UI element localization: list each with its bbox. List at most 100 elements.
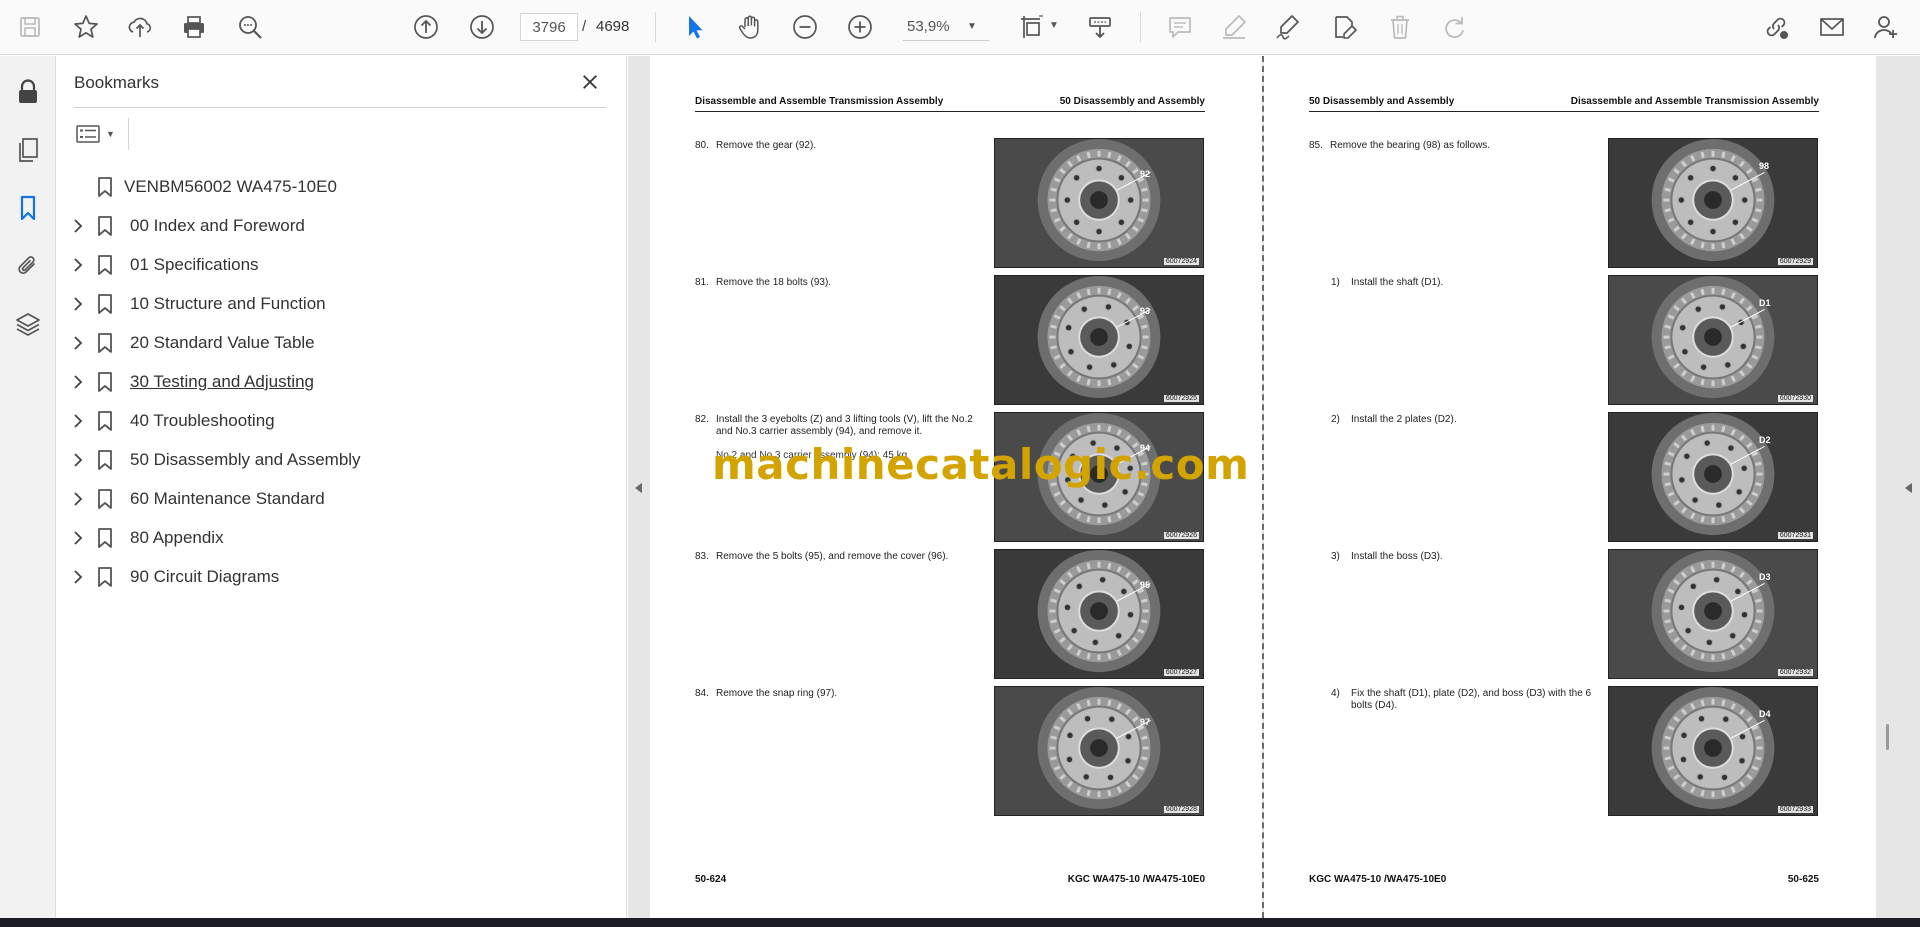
photo-code: 60072933	[1777, 806, 1813, 813]
step-photo: 95 60072927	[994, 549, 1204, 679]
step-text: Install the boss (D3).	[1351, 551, 1443, 562]
chevron-right-icon[interactable]	[70, 452, 86, 468]
photo-code: 60072932	[1777, 669, 1813, 676]
photo-callout-label: 97	[1140, 717, 1151, 727]
step-text: Install the shaft (D1).	[1351, 277, 1444, 288]
select-cursor-icon[interactable]	[677, 9, 713, 45]
attachment-icon[interactable]	[10, 248, 46, 284]
bookmark-icon	[98, 450, 112, 470]
photo-callout-label: D3	[1759, 572, 1771, 582]
photo-code: 60072924	[1163, 258, 1199, 265]
zoom-select[interactable]: 53,9% ▼	[903, 13, 989, 41]
step-photo: D4 60072933	[1608, 686, 1818, 816]
chevron-right-icon[interactable]	[70, 257, 86, 273]
pdf-page-right: 50 Disassembly and Assembly Disassemble …	[1264, 56, 1876, 918]
photo-code: 60072928	[1163, 806, 1199, 813]
page-header: Disassemble and Assemble Transmission As…	[695, 94, 1205, 112]
email-icon[interactable]	[1814, 9, 1850, 45]
lock-icon[interactable]	[10, 74, 46, 110]
expand-right-panel-button[interactable]	[1898, 470, 1918, 506]
bookmark-item[interactable]: 10 Structure and Function	[56, 285, 627, 324]
bookmark-item[interactable]: 00 Index and Foreword	[56, 207, 627, 246]
step-photo: 92 60072924	[994, 138, 1204, 268]
bookmark-item[interactable]: 60 Maintenance Standard	[56, 480, 627, 519]
bookmark-item[interactable]: 40 Troubleshooting	[56, 402, 627, 441]
account-icon[interactable]	[1868, 9, 1904, 45]
close-icon[interactable]	[576, 68, 604, 96]
chevron-right-icon[interactable]	[70, 569, 86, 585]
bookmark-icon	[98, 528, 112, 548]
top-toolbar: / 4698 53,9% ▼ ▼	[0, 0, 1920, 55]
bookmark-label: 30 Testing and Adjusting	[130, 372, 314, 391]
chevron-right-icon[interactable]	[70, 335, 86, 351]
redo-icon[interactable]	[1436, 9, 1472, 45]
chevron-down-icon[interactable]: ▼	[1049, 20, 1059, 31]
bookmark-label: 10 Structure and Function	[130, 294, 326, 313]
chevron-down-icon: ▼	[967, 21, 977, 32]
bookmark-item[interactable]: 20 Standard Value Table	[56, 324, 627, 363]
step-text: Remove the bearing (98) as follows.	[1330, 140, 1491, 151]
bookmark-label: 80 Appendix	[130, 528, 224, 547]
step-number: 3)	[1331, 551, 1340, 562]
footer-left: KGC WA475-10 /WA475-10E0	[1309, 874, 1447, 885]
step-photo: D1 60072930	[1608, 275, 1818, 405]
chevron-right-icon[interactable]	[70, 296, 86, 312]
share-link-icon[interactable]	[1758, 9, 1794, 45]
vertical-scrollbar[interactable]	[1886, 724, 1889, 750]
hand-icon[interactable]	[732, 9, 768, 45]
comment-icon[interactable]	[1162, 9, 1198, 45]
photo-callout-label: D4	[1759, 709, 1771, 719]
photo-code: 60072927	[1163, 669, 1199, 676]
current-page-input[interactable]	[520, 13, 578, 41]
bookmark-item[interactable]: 30 Testing and Adjusting	[56, 363, 627, 402]
chevron-right-icon[interactable]	[70, 374, 86, 390]
step-photo: 93 60072925	[994, 275, 1204, 405]
photo-code: 60072925	[1163, 395, 1199, 402]
chevron-right-icon[interactable]	[70, 530, 86, 546]
layers-icon[interactable]	[10, 306, 46, 342]
bookmarks-panel: Bookmarks ▼ VENBM56002 WA475-10E0 00 Ind…	[56, 56, 627, 918]
bookmark-item[interactable]: 50 Disassembly and Assembly	[56, 441, 627, 480]
bookmark-item[interactable]: 80 Appendix	[56, 519, 627, 558]
bookmark-label: 40 Troubleshooting	[130, 411, 275, 430]
bookmark-item[interactable]: 90 Circuit Diagrams	[56, 558, 627, 597]
step-text: Install the 2 plates (D2).	[1351, 414, 1457, 425]
chevron-right-icon[interactable]	[70, 491, 86, 507]
bookmark-options-button[interactable]: ▼	[74, 120, 120, 148]
chevron-right-icon[interactable]	[70, 218, 86, 234]
edit-text-icon[interactable]	[1326, 9, 1362, 45]
taskbar-edge	[0, 918, 1920, 927]
photo-code: 60072926	[1163, 532, 1199, 539]
fit-page-icon[interactable]	[1014, 9, 1050, 45]
zoom-in-icon[interactable]	[842, 9, 878, 45]
bookmark-icon	[98, 294, 112, 314]
page-down-icon[interactable]	[464, 9, 500, 45]
step-number: 81.	[695, 277, 709, 288]
delete-icon[interactable]	[1382, 9, 1418, 45]
bookmark-icon	[98, 372, 112, 392]
save-icon[interactable]	[12, 9, 48, 45]
navigation-rail	[0, 56, 56, 918]
zoom-out-icon[interactable]	[787, 9, 823, 45]
upload-icon[interactable]	[122, 9, 158, 45]
bookmark-label: 50 Disassembly and Assembly	[130, 450, 361, 469]
highlight-icon[interactable]	[1216, 9, 1252, 45]
copy-pages-icon[interactable]	[10, 132, 46, 168]
bookmark-root[interactable]: VENBM56002 WA475-10E0	[56, 168, 627, 207]
bookmark-item[interactable]: 01 Specifications	[56, 246, 627, 285]
page-up-icon[interactable]	[408, 9, 444, 45]
collapse-left-panel-button[interactable]	[628, 470, 648, 506]
photo-code: 60072931	[1777, 532, 1813, 539]
zoom-search-icon[interactable]	[232, 9, 268, 45]
panel-divider	[128, 118, 129, 150]
print-icon[interactable]	[176, 9, 212, 45]
chevron-right-icon[interactable]	[70, 413, 86, 429]
bookmark-icon	[98, 489, 112, 509]
scroll-mode-icon[interactable]	[1082, 9, 1118, 45]
step-number: 4)	[1331, 688, 1340, 699]
star-icon[interactable]	[68, 9, 104, 45]
sign-icon[interactable]	[1270, 9, 1306, 45]
triangle-left-icon	[634, 482, 642, 494]
bookmark-icon[interactable]	[10, 190, 46, 226]
footer-left: 50-624	[695, 874, 727, 885]
